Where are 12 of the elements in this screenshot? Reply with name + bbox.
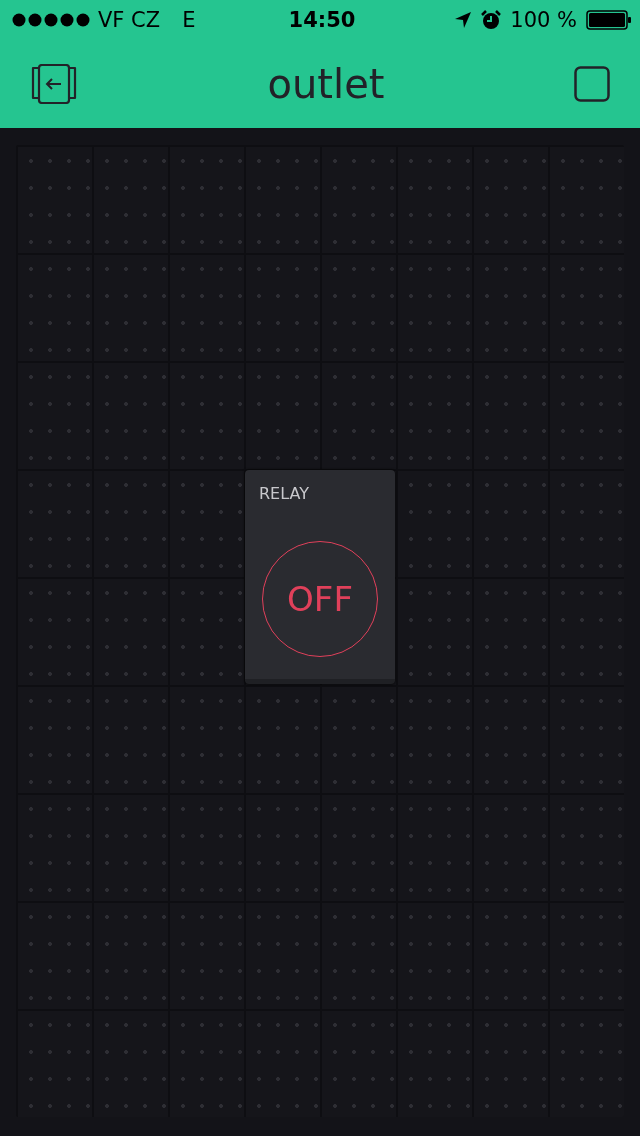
alarm-clock-icon (481, 10, 502, 30)
signal-icon (12, 13, 90, 27)
location-arrow-icon (454, 11, 473, 29)
widget-label: RELAY (259, 484, 309, 503)
battery-percent: 100 % (510, 8, 577, 32)
project-title: outlet (267, 61, 385, 107)
stop-icon[interactable] (574, 66, 610, 102)
network-type: E (182, 8, 196, 32)
clock-time: 14:50 (288, 8, 356, 32)
battery-icon (586, 10, 632, 30)
exit-icon[interactable] (30, 64, 78, 104)
carrier-name: VF CZ (98, 8, 161, 32)
